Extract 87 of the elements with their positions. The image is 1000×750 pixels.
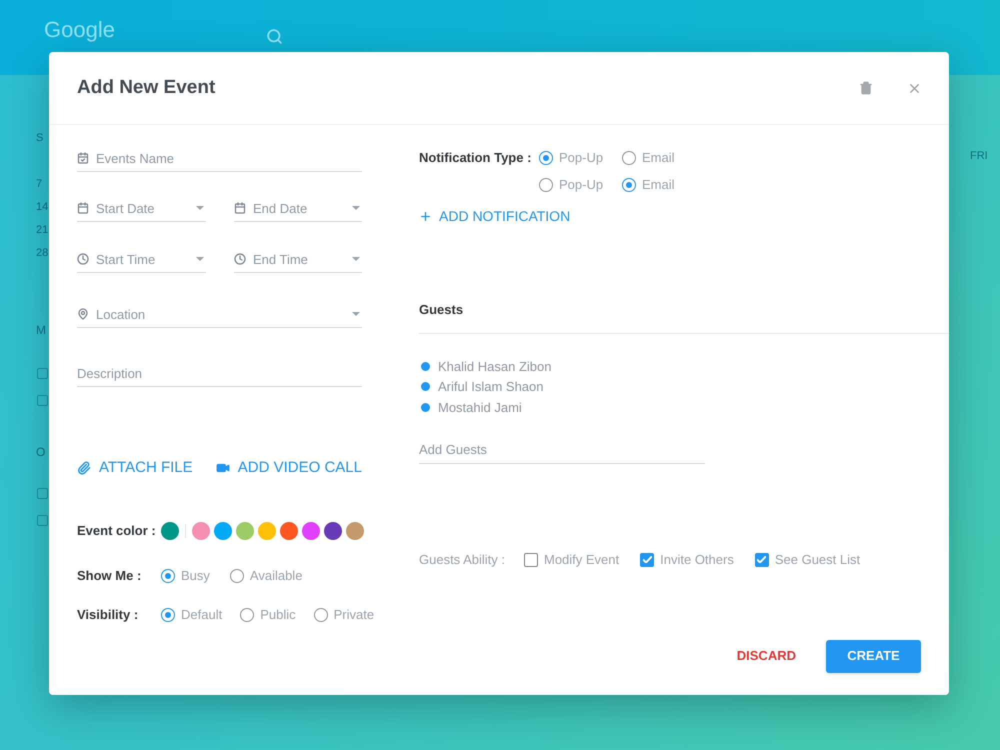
guest-name: Mostahid Jami bbox=[438, 398, 522, 416]
radio-button[interactable] bbox=[240, 608, 254, 622]
dropdown-caret-icon bbox=[352, 206, 360, 210]
guest-name: Ariful Islam Shaon bbox=[438, 378, 544, 396]
radio-button[interactable] bbox=[622, 178, 636, 192]
option-label: Email bbox=[642, 149, 675, 167]
radio-button[interactable] bbox=[622, 151, 636, 165]
option-label: Email bbox=[642, 176, 675, 194]
checkbox[interactable] bbox=[640, 552, 654, 566]
dropdown-caret-icon bbox=[352, 312, 360, 316]
day-label: FRI bbox=[970, 150, 988, 162]
plus-icon bbox=[419, 210, 432, 222]
checkbox[interactable] bbox=[37, 488, 48, 499]
discard-button[interactable]: DISCARD bbox=[734, 640, 798, 672]
weekday-label: S bbox=[36, 131, 44, 146]
date-field[interactable]: Start Date bbox=[96, 198, 189, 218]
dropdown-caret-icon bbox=[352, 257, 360, 261]
map-pin-icon bbox=[77, 308, 89, 320]
calendar-icon bbox=[77, 152, 89, 164]
option-label: Modify Event bbox=[544, 550, 620, 569]
radio-button[interactable] bbox=[161, 608, 175, 622]
field-label: Notification Type : bbox=[419, 149, 532, 168]
time-field[interactable]: Start Time bbox=[96, 249, 189, 269]
calendar-icon bbox=[234, 202, 246, 214]
dropdown-caret-icon bbox=[196, 206, 204, 210]
description-field[interactable]: Description bbox=[77, 363, 362, 383]
trash-icon bbox=[859, 81, 873, 95]
section-label: O bbox=[36, 444, 46, 461]
app-logo: Google bbox=[44, 17, 115, 43]
add-notification-button[interactable]: ADD NOTIFICATION bbox=[419, 206, 570, 226]
field-label: Show Me : bbox=[77, 567, 142, 586]
radio-button[interactable] bbox=[161, 569, 175, 583]
clock-icon bbox=[234, 253, 246, 265]
checkbox[interactable] bbox=[37, 515, 48, 526]
section-label: M bbox=[36, 322, 47, 339]
option-label: Private bbox=[334, 606, 374, 624]
guest-name: Khalid Hasan Zibon bbox=[438, 358, 552, 376]
date-number: 21 bbox=[36, 223, 50, 238]
date-number: 28 bbox=[36, 246, 50, 261]
video-camera-icon bbox=[216, 461, 230, 475]
color-swatch-icon[interactable] bbox=[258, 522, 276, 540]
option-label: Default bbox=[181, 606, 222, 624]
color-swatch-icon[interactable] bbox=[324, 522, 342, 540]
time-field[interactable]: End Time bbox=[253, 249, 345, 269]
clock-icon bbox=[77, 253, 89, 265]
option-label: Busy bbox=[181, 567, 210, 585]
field-label: Visibility : bbox=[77, 606, 140, 624]
checkmark-icon bbox=[757, 556, 766, 563]
field-label: Event color : bbox=[77, 522, 157, 540]
option-label: Invite Others bbox=[660, 550, 734, 569]
text-button[interactable]: ADD VIDEO CALL bbox=[216, 458, 362, 478]
date-number: 7 bbox=[36, 177, 44, 192]
option-label: Available bbox=[250, 567, 302, 585]
color-swatch-icon[interactable] bbox=[214, 522, 232, 540]
checkbox[interactable] bbox=[754, 552, 769, 566]
option-label: Pop-Up bbox=[559, 176, 604, 194]
color-swatch-icon[interactable] bbox=[346, 522, 364, 540]
paperclip-icon bbox=[77, 461, 91, 475]
dialog-title: Add New Event bbox=[77, 76, 216, 100]
create-button[interactable]: CREATE bbox=[826, 640, 921, 672]
field-label: Guests Ability : bbox=[419, 550, 505, 569]
color-swatch-icon[interactable] bbox=[236, 522, 254, 540]
radio-button[interactable] bbox=[314, 608, 328, 622]
checkbox[interactable] bbox=[37, 395, 48, 406]
text-button[interactable]: ATTACH FILE bbox=[77, 458, 193, 478]
color-swatch-icon[interactable] bbox=[192, 522, 210, 540]
date-field[interactable]: End Date bbox=[253, 198, 345, 218]
option-label: See Guest List bbox=[774, 550, 860, 569]
option-label: Public bbox=[260, 606, 296, 624]
radio-button[interactable] bbox=[539, 178, 553, 192]
radio-button[interactable] bbox=[539, 151, 553, 165]
event-name-field[interactable]: Events Name bbox=[96, 148, 362, 168]
color-swatch-icon[interactable] bbox=[161, 522, 179, 540]
location-field[interactable]: Location bbox=[96, 304, 345, 324]
color-swatch-icon[interactable] bbox=[302, 522, 320, 540]
dropdown-caret-icon bbox=[196, 257, 204, 261]
add-guests-field[interactable]: Add Guests bbox=[419, 440, 705, 460]
checkmark-icon bbox=[642, 556, 652, 563]
calendar-icon bbox=[77, 202, 89, 214]
section-title: Guests bbox=[419, 302, 464, 317]
checkbox[interactable] bbox=[524, 552, 538, 566]
radio-button[interactable] bbox=[230, 569, 244, 583]
option-label: Pop-Up bbox=[559, 149, 604, 167]
checkbox[interactable] bbox=[37, 368, 48, 379]
date-number: 14 bbox=[36, 200, 50, 215]
search-icon[interactable] bbox=[266, 28, 283, 45]
color-swatch-icon[interactable] bbox=[280, 522, 298, 540]
